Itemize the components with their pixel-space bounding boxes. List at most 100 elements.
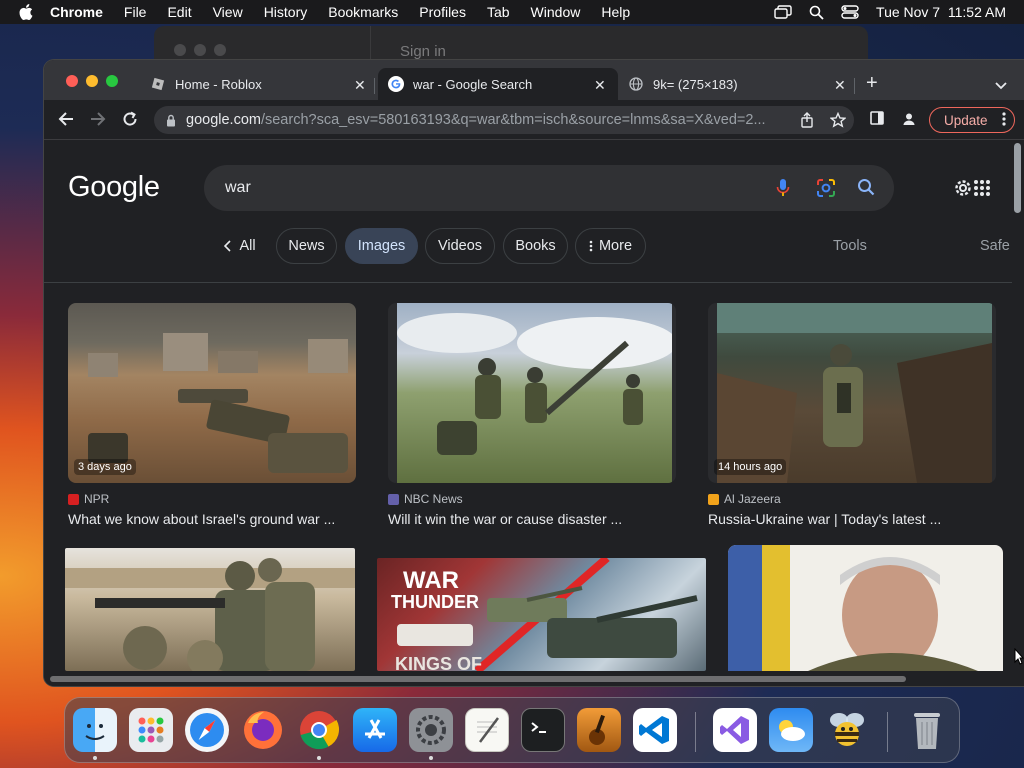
- vertical-scrollbar-thumb[interactable]: [1014, 143, 1021, 213]
- control-center-icon[interactable]: [841, 5, 859, 19]
- menu-history[interactable]: History: [264, 4, 308, 20]
- gear-icon[interactable]: [952, 177, 974, 204]
- visual-studio-icon[interactable]: [713, 708, 757, 752]
- menu-view[interactable]: View: [213, 4, 243, 20]
- tab-close-icon[interactable]: ✕: [834, 77, 846, 94]
- firefox-icon[interactable]: [241, 708, 285, 752]
- menu-window[interactable]: Window: [531, 4, 581, 20]
- vertical-scrollbar[interactable]: [1012, 141, 1024, 671]
- screen-mirror-icon[interactable]: [774, 5, 792, 19]
- tab-google-search[interactable]: war - Google Search ✕: [378, 68, 618, 100]
- menu-edit[interactable]: Edit: [167, 4, 191, 20]
- menu-bar-clock[interactable]: Tue Nov 7 11:52 AM: [876, 4, 1006, 20]
- chip-books[interactable]: Books: [503, 228, 568, 264]
- minimize-window-button[interactable]: [86, 75, 98, 87]
- trash-icon[interactable]: [905, 708, 949, 752]
- lock-icon[interactable]: [166, 114, 176, 127]
- horizontal-scrollbar[interactable]: [44, 671, 1024, 686]
- bee-app-icon[interactable]: [825, 708, 869, 752]
- menu-bookmarks[interactable]: Bookmarks: [328, 4, 398, 20]
- menu-help[interactable]: Help: [601, 4, 630, 20]
- chip-news[interactable]: News: [276, 228, 337, 264]
- menu-tab[interactable]: Tab: [487, 4, 510, 20]
- chip-all[interactable]: All: [216, 228, 264, 264]
- google-logo[interactable]: Google: [68, 171, 160, 204]
- system-settings-icon[interactable]: [409, 708, 453, 752]
- safari-icon[interactable]: [185, 708, 229, 752]
- update-button[interactable]: Update: [929, 107, 1015, 133]
- result-source[interactable]: Al Jazeera: [708, 492, 781, 506]
- forward-arrow-icon[interactable]: [90, 111, 106, 127]
- result-thumbnail[interactable]: [388, 303, 676, 483]
- share-icon[interactable]: [800, 112, 814, 133]
- spotlight-search-icon[interactable]: [809, 5, 824, 20]
- microphone-icon[interactable]: [776, 178, 790, 203]
- google-apps-grid-icon[interactable]: [973, 179, 991, 202]
- image-result[interactable]: 14 hours ago Al Jazeera Russia-Ukraine w…: [708, 303, 996, 533]
- app-store-icon[interactable]: [353, 708, 397, 752]
- search-input[interactable]: war: [225, 179, 251, 197]
- image-result[interactable]: 3 days ago NPR What we know about Israel…: [68, 303, 356, 533]
- side-panel-icon[interactable]: [870, 111, 884, 125]
- chip-label: News: [288, 238, 325, 254]
- back-arrow-icon[interactable]: [58, 111, 74, 127]
- result-thumbnail[interactable]: WAR THUNDER KINGS OF: [377, 558, 706, 671]
- result-source-name: NBC News: [404, 492, 463, 506]
- address-bar[interactable]: google.com/search?sca_esv=580163193&q=wa…: [154, 106, 854, 134]
- more-vertical-icon[interactable]: [1002, 112, 1006, 129]
- safesearch-button[interactable]: Safe: [980, 238, 1010, 254]
- menu-file[interactable]: File: [124, 4, 147, 20]
- tab-close-icon[interactable]: ✕: [354, 77, 366, 94]
- tab-close-icon[interactable]: ✕: [594, 77, 606, 94]
- tab-image[interactable]: 9k= (275×183) ✕: [618, 68, 852, 100]
- chip-videos[interactable]: Videos: [425, 228, 495, 264]
- textedit-icon[interactable]: [465, 708, 509, 752]
- garageband-icon[interactable]: [577, 708, 621, 752]
- weather-icon[interactable]: [769, 708, 813, 752]
- google-lens-icon[interactable]: [816, 178, 836, 203]
- maximize-window-button[interactable]: [106, 75, 118, 87]
- menu-app-name[interactable]: Chrome: [50, 4, 103, 20]
- chrome-icon[interactable]: [297, 708, 341, 752]
- new-tab-plus-icon[interactable]: +: [866, 73, 878, 93]
- thumbnail-art: [728, 545, 978, 671]
- chip-label: Images: [357, 238, 406, 254]
- bookmark-star-icon[interactable]: [829, 111, 847, 133]
- vscode-icon[interactable]: [633, 708, 677, 752]
- search-box[interactable]: war: [204, 165, 894, 211]
- result-source[interactable]: NPR: [68, 492, 109, 506]
- result-time-badge: 14 hours ago: [714, 459, 787, 475]
- profile-avatar-icon[interactable]: [901, 111, 917, 127]
- result-thumbnail[interactable]: 14 hours ago: [708, 303, 996, 483]
- terminal-icon[interactable]: [521, 708, 565, 752]
- close-window-button[interactable]: [66, 75, 78, 87]
- image-result[interactable]: [728, 545, 1003, 671]
- npr-favicon-icon: [68, 493, 79, 505]
- horizontal-scrollbar-thumb[interactable]: [50, 676, 906, 682]
- chevron-down-icon[interactable]: [995, 77, 1007, 95]
- result-thumbnail[interactable]: [65, 548, 355, 671]
- finder-icon[interactable]: [73, 708, 117, 752]
- chip-images[interactable]: Images: [345, 228, 418, 264]
- result-title[interactable]: Will it win the war or cause disaster ..…: [388, 511, 622, 527]
- result-thumbnail[interactable]: 3 days ago: [68, 303, 356, 483]
- result-title[interactable]: Russia-Ukraine war | Today's latest ...: [708, 511, 941, 527]
- image-result[interactable]: NBC News Will it win the war or cause di…: [388, 303, 676, 533]
- menu-profiles[interactable]: Profiles: [419, 4, 466, 20]
- chevron-left-icon: [224, 240, 232, 252]
- reload-icon[interactable]: [122, 111, 138, 127]
- result-title[interactable]: What we know about Israel's ground war .…: [68, 511, 335, 527]
- chip-more[interactable]: More: [575, 228, 646, 264]
- thumbnail-art: [88, 333, 348, 473]
- tab-roblox[interactable]: Home - Roblox ✕: [140, 68, 374, 100]
- launchpad-icon[interactable]: [129, 708, 173, 752]
- result-source[interactable]: NBC News: [388, 492, 463, 506]
- image-result[interactable]: [65, 548, 355, 671]
- apple-menu-icon[interactable]: [16, 2, 36, 22]
- image-result[interactable]: WAR THUNDER KINGS OF: [377, 558, 706, 671]
- running-indicator: [429, 756, 433, 760]
- search-icon[interactable]: [857, 178, 875, 201]
- result-thumbnail[interactable]: [728, 545, 1003, 671]
- chip-label: Videos: [437, 238, 483, 254]
- tools-button[interactable]: Tools: [833, 238, 867, 254]
